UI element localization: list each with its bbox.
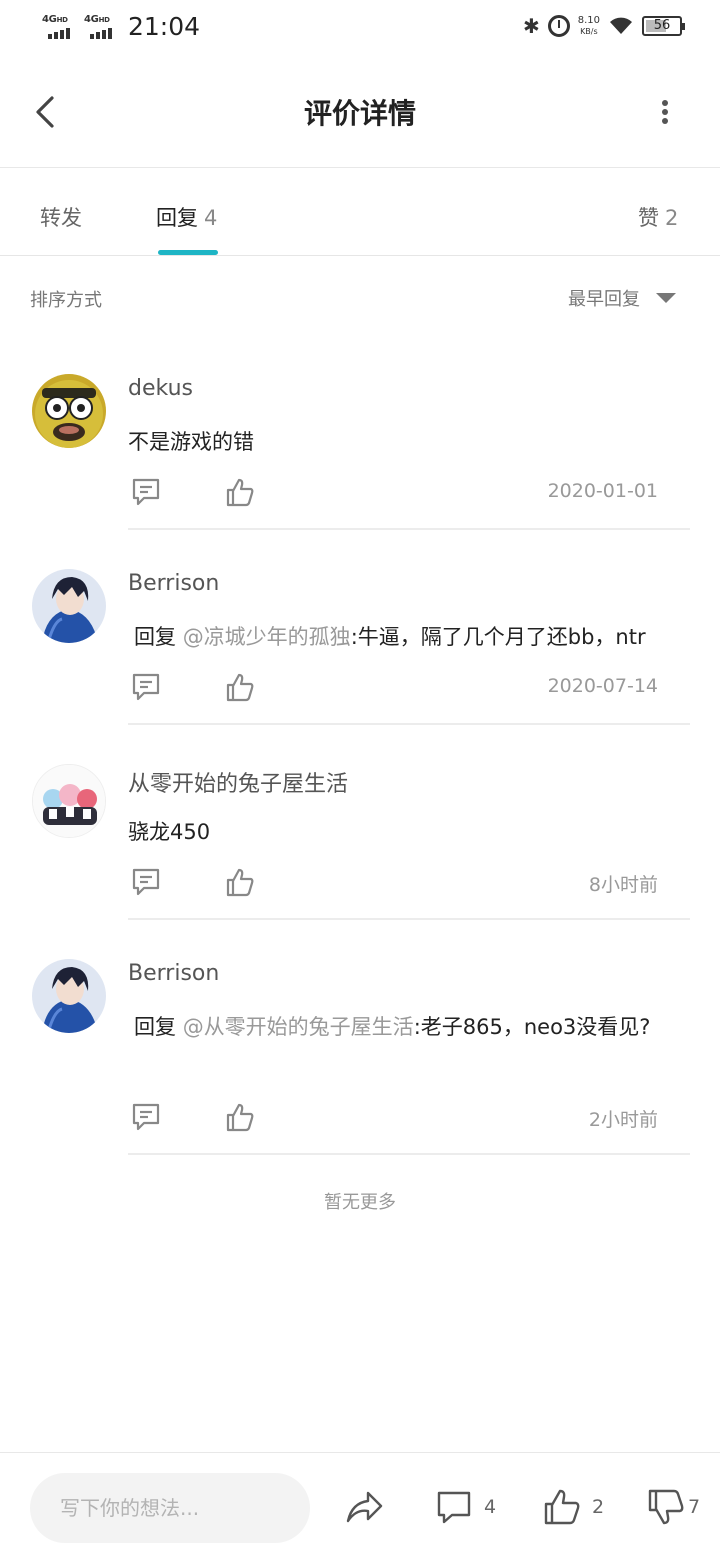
- tab-replies[interactable]: 回复 4: [156, 202, 217, 232]
- reply-timestamp: 2小时前: [588, 1109, 658, 1131]
- like-count: 2: [592, 1496, 605, 1518]
- sort-dropdown[interactable]: 最早回复: [568, 285, 676, 311]
- dislike-button[interactable]: 7: [646, 1487, 700, 1527]
- reply-username[interactable]: Berrison: [128, 571, 219, 596]
- comment-icon[interactable]: [130, 671, 162, 703]
- reply-content: 回复 @从零开始的兔子屋生活:老子865，neo3没看见?: [134, 1015, 651, 1039]
- divider: [128, 528, 690, 530]
- status-right: ✱ 8.10 KB/s 56: [522, 14, 685, 38]
- caret-down-icon: [656, 293, 676, 303]
- app-header: 评价详情: [0, 56, 720, 168]
- avatar[interactable]: [32, 764, 106, 838]
- reply-content: 回复 @凉城少年的孤独:牛逼，隔了几个月了还bb，ntr: [134, 625, 646, 649]
- alarm-icon: [547, 15, 570, 37]
- reply-username[interactable]: dekus: [128, 376, 193, 401]
- avatar[interactable]: [32, 374, 106, 448]
- tab-bar: 转发 回复 4 赞2: [0, 168, 720, 256]
- reply-timestamp: 2020-01-01: [547, 480, 658, 502]
- thumbs-up-icon[interactable]: [224, 671, 256, 703]
- tab-forward[interactable]: 转发: [40, 202, 82, 232]
- status-left: 4GHD 4GHD 21:04: [40, 12, 200, 41]
- active-tab-indicator: [158, 250, 218, 255]
- bluetooth-icon: ✱: [522, 14, 540, 38]
- sort-row: 排序方式 最早回复: [0, 256, 720, 336]
- comment-icon[interactable]: [130, 866, 162, 898]
- avatar[interactable]: [32, 959, 106, 1033]
- divider: [128, 918, 690, 920]
- reply-timestamp: 2020-07-14: [547, 675, 658, 697]
- clock: 21:04: [128, 12, 201, 41]
- divider: [128, 723, 690, 725]
- sort-label: 排序方式: [30, 290, 102, 311]
- more-options-icon[interactable]: [650, 94, 680, 130]
- status-bar: 4GHD 4GHD 21:04 ✱ 8.10 KB/s 56: [0, 0, 720, 56]
- tab-likes[interactable]: 赞2: [638, 202, 678, 232]
- comment-count-button[interactable]: 4: [434, 1487, 496, 1527]
- share-button[interactable]: [344, 1487, 384, 1527]
- comment-count: 4: [484, 1496, 497, 1518]
- share-icon: [346, 1491, 383, 1523]
- thumbs-up-icon[interactable]: [224, 1101, 256, 1133]
- comment-icon[interactable]: [130, 1101, 162, 1133]
- comment-input-box[interactable]: [30, 1473, 310, 1543]
- divider: [128, 1153, 690, 1155]
- sort-selected-value: 最早回复: [568, 289, 640, 310]
- mention-link[interactable]: @从零开始的兔子屋生活: [183, 1015, 414, 1039]
- comment-icon: [437, 1491, 471, 1524]
- reply-timestamp: 8小时前: [588, 874, 658, 896]
- page-title: 评价详情: [303, 97, 416, 130]
- reply-content: 不是游戏的错: [128, 430, 254, 454]
- bottom-action-bar: 4 2 7: [0, 1452, 720, 1560]
- network-speed: 8.10 KB/s: [577, 15, 600, 36]
- signal-icon: 4GHD: [40, 14, 74, 40]
- thumbs-up-icon: [544, 1489, 580, 1525]
- reply-username[interactable]: Berrison: [128, 961, 219, 986]
- wifi-icon: [610, 17, 632, 34]
- thumbs-up-icon[interactable]: [224, 866, 256, 898]
- battery-indicator: 56: [642, 16, 685, 36]
- avatar[interactable]: [32, 569, 106, 643]
- no-more-label: 暂无更多: [324, 1192, 396, 1213]
- dislike-count: 7: [688, 1496, 701, 1518]
- like-button[interactable]: 2: [542, 1487, 604, 1527]
- signal-icon: 4GHD: [82, 14, 116, 40]
- mention-link[interactable]: @凉城少年的孤独: [183, 625, 351, 649]
- comment-icon[interactable]: [130, 476, 162, 508]
- reply-username[interactable]: 从零开始的兔子屋生活: [128, 766, 348, 798]
- comment-input[interactable]: [30, 1473, 310, 1543]
- reply-content: 骁龙450: [128, 820, 211, 844]
- thumbs-up-icon[interactable]: [224, 476, 256, 508]
- thumbs-down-icon: [648, 1489, 684, 1525]
